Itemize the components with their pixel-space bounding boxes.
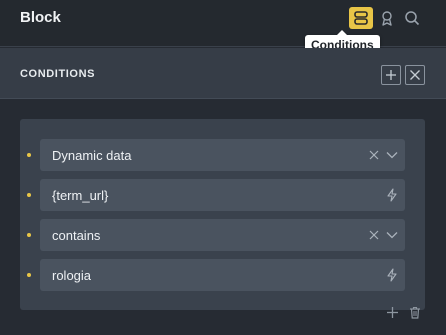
panel-title: Block: [20, 9, 61, 26]
condition-source-select[interactable]: Dynamic data: [27, 139, 405, 171]
add-condition-button[interactable]: [383, 303, 401, 321]
search-icon: [405, 11, 420, 26]
plus-icon: [386, 306, 398, 318]
condition-group: Dynamic data {term_url} contains rologia: [20, 119, 425, 310]
clear-conditions-button[interactable]: [405, 65, 425, 85]
clear-icon[interactable]: [367, 228, 381, 242]
condition-value: rologia: [52, 268, 92, 283]
clear-icon[interactable]: [367, 148, 381, 162]
add-condition-group-button[interactable]: [381, 65, 401, 85]
chevron-down-icon[interactable]: [385, 148, 399, 162]
condition-compare-select[interactable]: contains: [27, 219, 405, 251]
trash-icon: [410, 306, 420, 319]
chevron-down-icon[interactable]: [385, 228, 399, 242]
condition-value-input[interactable]: rologia: [27, 259, 405, 291]
delete-group-button[interactable]: [406, 303, 424, 321]
condition-value: Dynamic data: [52, 148, 132, 163]
conditions-icon: [354, 11, 368, 25]
badge-icon: [382, 11, 392, 26]
section-title: CONDITIONS: [20, 68, 96, 80]
condition-value: {term_url}: [52, 188, 109, 203]
close-icon: [410, 70, 420, 80]
interactions-button[interactable]: [375, 7, 399, 29]
dynamic-data-icon[interactable]: [385, 188, 399, 202]
conditions-section-header[interactable]: CONDITIONS: [0, 48, 446, 99]
bullet: [27, 233, 31, 237]
bullet: [27, 153, 31, 157]
condition-key-input[interactable]: {term_url}: [27, 179, 405, 211]
bullet: [27, 193, 31, 197]
plus-icon: [386, 70, 396, 80]
conditions-toggle-button[interactable]: [349, 7, 373, 29]
bullet: [27, 273, 31, 277]
search-button[interactable]: [400, 7, 424, 29]
dynamic-data-icon[interactable]: [385, 268, 399, 282]
condition-value: contains: [52, 228, 101, 243]
